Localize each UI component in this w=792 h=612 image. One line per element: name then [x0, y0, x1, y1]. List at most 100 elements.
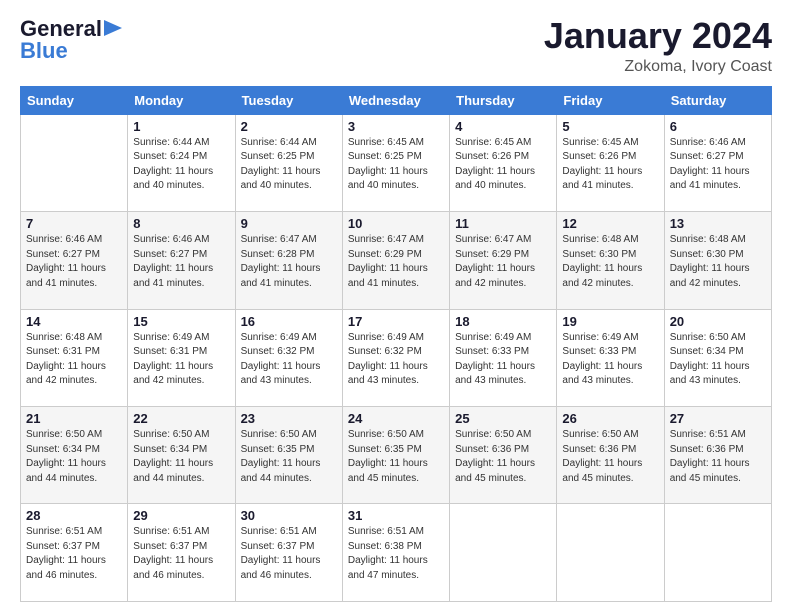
- col-saturday: Saturday: [664, 86, 771, 114]
- day-number: 10: [348, 216, 444, 231]
- day-number: 1: [133, 119, 229, 134]
- table-row: 28Sunrise: 6:51 AMSunset: 6:37 PMDayligh…: [21, 504, 128, 602]
- day-number: 20: [670, 314, 766, 329]
- logo-blue: Blue: [20, 38, 68, 64]
- day-number: 14: [26, 314, 122, 329]
- col-friday: Friday: [557, 86, 664, 114]
- day-info: Sunrise: 6:46 AMSunset: 6:27 PMDaylight:…: [670, 136, 766, 194]
- day-info: Sunrise: 6:51 AMSunset: 6:38 PMDaylight:…: [348, 525, 444, 583]
- day-number: 30: [241, 508, 337, 523]
- col-tuesday: Tuesday: [235, 86, 342, 114]
- table-row: 11 Sunrise: 6:47 AMSunset: 6:29 PMDayligh…: [450, 212, 557, 309]
- table-row: 29 Sunrise: 6:51 AMSunset: 6:37 PMDayligh…: [128, 504, 235, 602]
- table-row: 14 Sunrise: 6:48 AMSunset: 6:31 PMDayligh…: [21, 309, 128, 406]
- day-number: 25: [455, 411, 551, 426]
- day-number: 2: [241, 119, 337, 134]
- day-info: Sunrise: 6:49 AMSunset: 6:32 PMDaylight:…: [348, 331, 444, 389]
- day-info: Sunrise: 6:50 AMSunset: 6:34 PMDaylight:…: [670, 331, 766, 389]
- day-number: 18: [455, 314, 551, 329]
- table-row: 4 Sunrise: 6:45 AMSunset: 6:26 PMDaylight…: [450, 114, 557, 211]
- calendar-header-row: Sunday Monday Tuesday Wednesday Thursday…: [21, 86, 772, 114]
- table-row: 21Sunrise: 6:50 AMSunset: 6:34 PMDayligh…: [21, 407, 128, 504]
- calendar-table: Sunday Monday Tuesday Wednesday Thursday…: [20, 86, 772, 602]
- day-info: Sunrise: 6:45 AMSunset: 6:26 PMDaylight:…: [455, 136, 551, 194]
- day-number: 17: [348, 314, 444, 329]
- day-info: Sunrise: 6:47 AMSunset: 6:29 PMDaylight:…: [348, 233, 444, 291]
- day-info: Sunrise: 6:48 AMSunset: 6:30 PMDaylight:…: [562, 233, 658, 291]
- table-row: 17 Sunrise: 6:49 AMSunset: 6:32 PMDayligh…: [342, 309, 449, 406]
- day-number: 29: [133, 508, 229, 523]
- day-number: 19: [562, 314, 658, 329]
- table-row: 25 Sunrise: 6:50 AMSunset: 6:36 PMDayligh…: [450, 407, 557, 504]
- day-number: 21: [26, 411, 122, 426]
- day-number: 4: [455, 119, 551, 134]
- day-info: Sunrise: 6:46 AMSunset: 6:27 PMDaylight:…: [26, 233, 122, 291]
- day-info: Sunrise: 6:51 AMSunset: 6:37 PMDaylight:…: [241, 525, 337, 583]
- calendar-week-row: 21 Sunrise: 6:50 AMSunset: 6:34 PMDayligh…: [21, 407, 772, 504]
- day-info: Sunrise: 6:49 AMSunset: 6:33 PMDaylight:…: [455, 331, 551, 389]
- day-info: Sunrise: 6:51 AMSunset: 6:37 PMDaylight:…: [133, 525, 229, 583]
- table-row: 18 Sunrise: 6:49 AMSunset: 6:33 PMDayligh…: [450, 309, 557, 406]
- col-monday: Monday: [128, 86, 235, 114]
- col-thursday: Thursday: [450, 86, 557, 114]
- month-title: January 2024: [544, 16, 772, 56]
- table-row: 10 Sunrise: 6:47 AMSunset: 6:29 PMDayligh…: [342, 212, 449, 309]
- day-info: Sunrise: 6:46 AMSunset: 6:27 PMDaylight:…: [133, 233, 229, 291]
- day-info: Sunrise: 6:48 AMSunset: 6:30 PMDaylight:…: [670, 233, 766, 291]
- day-info: Sunrise: 6:49 AMSunset: 6:32 PMDaylight:…: [241, 331, 337, 389]
- table-row: 19Sunrise: 6:49 AMSunset: 6:33 PMDayligh…: [557, 309, 664, 406]
- day-info: Sunrise: 6:49 AMSunset: 6:31 PMDaylight:…: [133, 331, 229, 389]
- day-info: Sunrise: 6:47 AMSunset: 6:29 PMDaylight:…: [455, 233, 551, 291]
- calendar-week-row: 14 Sunrise: 6:48 AMSunset: 6:31 PMDayligh…: [21, 309, 772, 406]
- location: Zokoma, Ivory Coast: [544, 58, 772, 76]
- day-number: 28: [26, 508, 122, 523]
- day-number: 5: [562, 119, 658, 134]
- day-number: 8: [133, 216, 229, 231]
- day-number: 9: [241, 216, 337, 231]
- table-row: 5 Sunrise: 6:45 AMSunset: 6:26 PMDaylight…: [557, 114, 664, 211]
- day-info: Sunrise: 6:50 AMSunset: 6:35 PMDaylight:…: [241, 428, 337, 486]
- table-row: 30 Sunrise: 6:51 AMSunset: 6:37 PMDayligh…: [235, 504, 342, 602]
- day-info: Sunrise: 6:50 AMSunset: 6:36 PMDaylight:…: [562, 428, 658, 486]
- day-number: 31: [348, 508, 444, 523]
- header: General Blue January 2024 Zokoma, Ivory …: [20, 16, 772, 76]
- col-wednesday: Wednesday: [342, 86, 449, 114]
- day-number: 23: [241, 411, 337, 426]
- col-sunday: Sunday: [21, 86, 128, 114]
- table-row: 24Sunrise: 6:50 AMSunset: 6:35 PMDayligh…: [342, 407, 449, 504]
- day-info: Sunrise: 6:44 AMSunset: 6:25 PMDaylight:…: [241, 136, 337, 194]
- calendar-week-row: 7 Sunrise: 6:46 AMSunset: 6:27 PMDaylight…: [21, 212, 772, 309]
- day-info: Sunrise: 6:45 AMSunset: 6:25 PMDaylight:…: [348, 136, 444, 194]
- day-info: Sunrise: 6:45 AMSunset: 6:26 PMDaylight:…: [562, 136, 658, 194]
- day-info: Sunrise: 6:48 AMSunset: 6:31 PMDaylight:…: [26, 331, 122, 389]
- day-info: Sunrise: 6:50 AMSunset: 6:36 PMDaylight:…: [455, 428, 551, 486]
- table-row: 12Sunrise: 6:48 AMSunset: 6:30 PMDayligh…: [557, 212, 664, 309]
- day-number: 7: [26, 216, 122, 231]
- table-row: 13Sunrise: 6:48 AMSunset: 6:30 PMDayligh…: [664, 212, 771, 309]
- page: General Blue January 2024 Zokoma, Ivory …: [0, 0, 792, 612]
- table-row: 31 Sunrise: 6:51 AMSunset: 6:38 PMDayligh…: [342, 504, 449, 602]
- day-number: 22: [133, 411, 229, 426]
- table-row: 16 Sunrise: 6:49 AMSunset: 6:32 PMDayligh…: [235, 309, 342, 406]
- day-info: Sunrise: 6:51 AMSunset: 6:36 PMDaylight:…: [670, 428, 766, 486]
- day-number: 11: [455, 216, 551, 231]
- table-row: 20 Sunrise: 6:50 AMSunset: 6:34 PMDayligh…: [664, 309, 771, 406]
- table-row: [664, 504, 771, 602]
- table-row: 15Sunrise: 6:49 AMSunset: 6:31 PMDayligh…: [128, 309, 235, 406]
- calendar-week-row: 28 Sunrise: 6:51 AMSunset: 6:37 PMDayligh…: [21, 504, 772, 602]
- table-row: 6Sunrise: 6:46 AMSunset: 6:27 PMDaylight…: [664, 114, 771, 211]
- table-row: 3 Sunrise: 6:45 AMSunset: 6:25 PMDaylight…: [342, 114, 449, 211]
- table-row: 27 Sunrise: 6:51 AMSunset: 6:36 PMDayligh…: [664, 407, 771, 504]
- day-number: 3: [348, 119, 444, 134]
- table-row: [557, 504, 664, 602]
- table-row: 1Sunrise: 6:44 AMSunset: 6:24 PMDaylight…: [128, 114, 235, 211]
- day-number: 24: [348, 411, 444, 426]
- day-number: 27: [670, 411, 766, 426]
- day-number: 16: [241, 314, 337, 329]
- table-row: 22 Sunrise: 6:50 AMSunset: 6:34 PMDayligh…: [128, 407, 235, 504]
- day-info: Sunrise: 6:50 AMSunset: 6:34 PMDaylight:…: [133, 428, 229, 486]
- table-row: 23 Sunrise: 6:50 AMSunset: 6:35 PMDayligh…: [235, 407, 342, 504]
- table-row: [450, 504, 557, 602]
- day-number: 26: [562, 411, 658, 426]
- title-area: January 2024 Zokoma, Ivory Coast: [544, 16, 772, 76]
